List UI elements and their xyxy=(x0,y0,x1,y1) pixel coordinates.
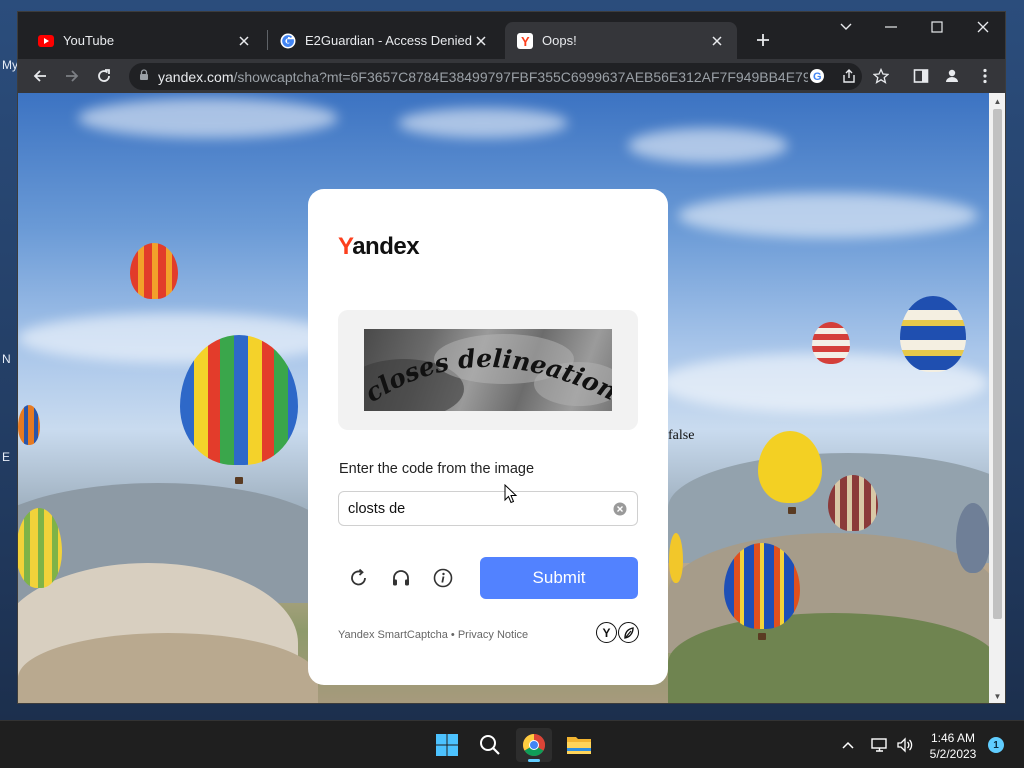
share-icon[interactable] xyxy=(837,64,861,88)
youtube-icon xyxy=(38,33,54,49)
tab-e2guardian[interactable]: E2Guardian - Access Denied xyxy=(268,22,501,59)
side-panel-icon[interactable] xyxy=(909,64,933,88)
yandex-logo: Yandex xyxy=(338,233,420,261)
clear-input-icon[interactable] xyxy=(612,501,628,517)
yandex-logo-y: Y xyxy=(338,233,353,260)
tab-title: Oops! xyxy=(542,33,577,48)
chrome-taskbar-icon[interactable] xyxy=(516,728,552,762)
address-bar[interactable]: yandex.com/showcaptcha?mt=6F3657C8784E38… xyxy=(129,63,862,90)
new-tab-button[interactable] xyxy=(749,26,777,54)
smartcaptcha-y-icon: Y xyxy=(596,622,617,643)
page-scrollbar[interactable]: ▲ ▼ xyxy=(989,93,1005,703)
submit-button[interactable]: Submit xyxy=(480,557,638,599)
tab-title: E2Guardian - Access Denied xyxy=(305,33,472,48)
clock-date: 5/2/2023 xyxy=(929,747,977,761)
smartcaptcha-link[interactable]: Yandex SmartCaptcha xyxy=(338,629,448,641)
mouse-cursor-icon xyxy=(504,484,518,504)
desktop-icon-label[interactable]: N xyxy=(2,352,11,366)
yandex-logo-rest: andex xyxy=(352,233,420,260)
start-windows-icon[interactable] xyxy=(429,728,465,762)
url-domain: yandex.com xyxy=(158,68,234,85)
bookmark-star-icon[interactable] xyxy=(869,64,893,88)
reload-icon[interactable] xyxy=(92,64,116,88)
close-tab-icon[interactable] xyxy=(473,33,489,49)
tab-oops[interactable]: Y Oops! xyxy=(505,22,737,59)
scrollbar-thumb[interactable] xyxy=(993,109,1002,619)
maximize-button[interactable] xyxy=(914,12,960,42)
stray-text: false xyxy=(668,428,695,443)
minimize-button[interactable] xyxy=(868,12,914,42)
profile-icon[interactable] xyxy=(940,64,964,88)
notification-badge[interactable]: 1 xyxy=(988,737,1004,753)
file-explorer-icon[interactable] xyxy=(561,728,597,762)
close-window-button[interactable] xyxy=(960,12,1005,42)
svg-text:Y: Y xyxy=(521,34,530,49)
refresh-captcha-icon[interactable] xyxy=(347,566,371,590)
captcha-code-input[interactable] xyxy=(338,491,638,526)
site-info-icon[interactable] xyxy=(139,68,149,86)
close-tab-icon[interactable] xyxy=(236,33,252,49)
back-icon[interactable] xyxy=(28,64,52,88)
windows-taskbar: 1:46 AM 5/2/2023 1 xyxy=(0,720,1024,768)
smartcaptcha-logo: Y xyxy=(596,622,640,644)
clock-time: 1:46 AM xyxy=(930,731,976,745)
close-tab-icon[interactable] xyxy=(709,33,725,49)
scroll-down-arrow-icon[interactable]: ▼ xyxy=(993,691,1002,701)
network-icon[interactable] xyxy=(870,735,890,755)
url-text: yandex.com/showcaptcha?mt=6F3657C8784E38… xyxy=(158,69,808,85)
forward-icon[interactable] xyxy=(60,64,84,88)
captcha-footer: Yandex SmartCaptcha • Privacy Notice xyxy=(338,629,528,641)
show-hidden-icons-chevron-icon[interactable] xyxy=(838,735,858,755)
desktop-icon-label[interactable]: My xyxy=(2,58,18,72)
yandex-icon: Y xyxy=(517,32,533,49)
browser-toolbar: yandex.com/showcaptcha?mt=6F3657C8784E38… xyxy=(18,59,1005,93)
captcha-prompt: Enter the code from the image xyxy=(339,461,535,477)
audio-captcha-headphones-icon[interactable] xyxy=(389,566,413,590)
captcha-image-frame: closes delineation xyxy=(338,310,638,430)
captcha-image: closes delineation xyxy=(364,329,612,411)
svg-text:G: G xyxy=(813,71,822,83)
scroll-up-arrow-icon[interactable]: ▲ xyxy=(993,96,1002,106)
tab-youtube[interactable]: YouTube xyxy=(26,22,264,59)
search-icon[interactable] xyxy=(472,728,508,762)
google-lens-icon[interactable]: G xyxy=(805,64,829,88)
captcha-card: Yandex closes delineation Enter the code… xyxy=(308,189,668,685)
tab-title: YouTube xyxy=(63,33,115,48)
desktop-icon-label[interactable]: E xyxy=(2,450,10,464)
privacy-notice-link[interactable]: Privacy Notice xyxy=(458,629,528,641)
footer-separator: • xyxy=(447,629,458,641)
info-icon[interactable] xyxy=(431,566,455,590)
smartcaptcha-leaf-icon xyxy=(618,622,639,643)
clock[interactable]: 1:46 AM 5/2/2023 xyxy=(920,730,986,762)
tab-strip: YouTube E2Guardian - Access Denied Y Oop… xyxy=(18,12,1005,59)
volume-icon[interactable] xyxy=(895,735,915,755)
google-icon xyxy=(280,33,296,49)
menu-kebab-icon[interactable] xyxy=(973,64,997,88)
tab-search-chevron-icon[interactable] xyxy=(823,12,869,42)
url-path: /showcaptcha?mt=6F3657C8784E38499797FBF3… xyxy=(233,68,808,85)
